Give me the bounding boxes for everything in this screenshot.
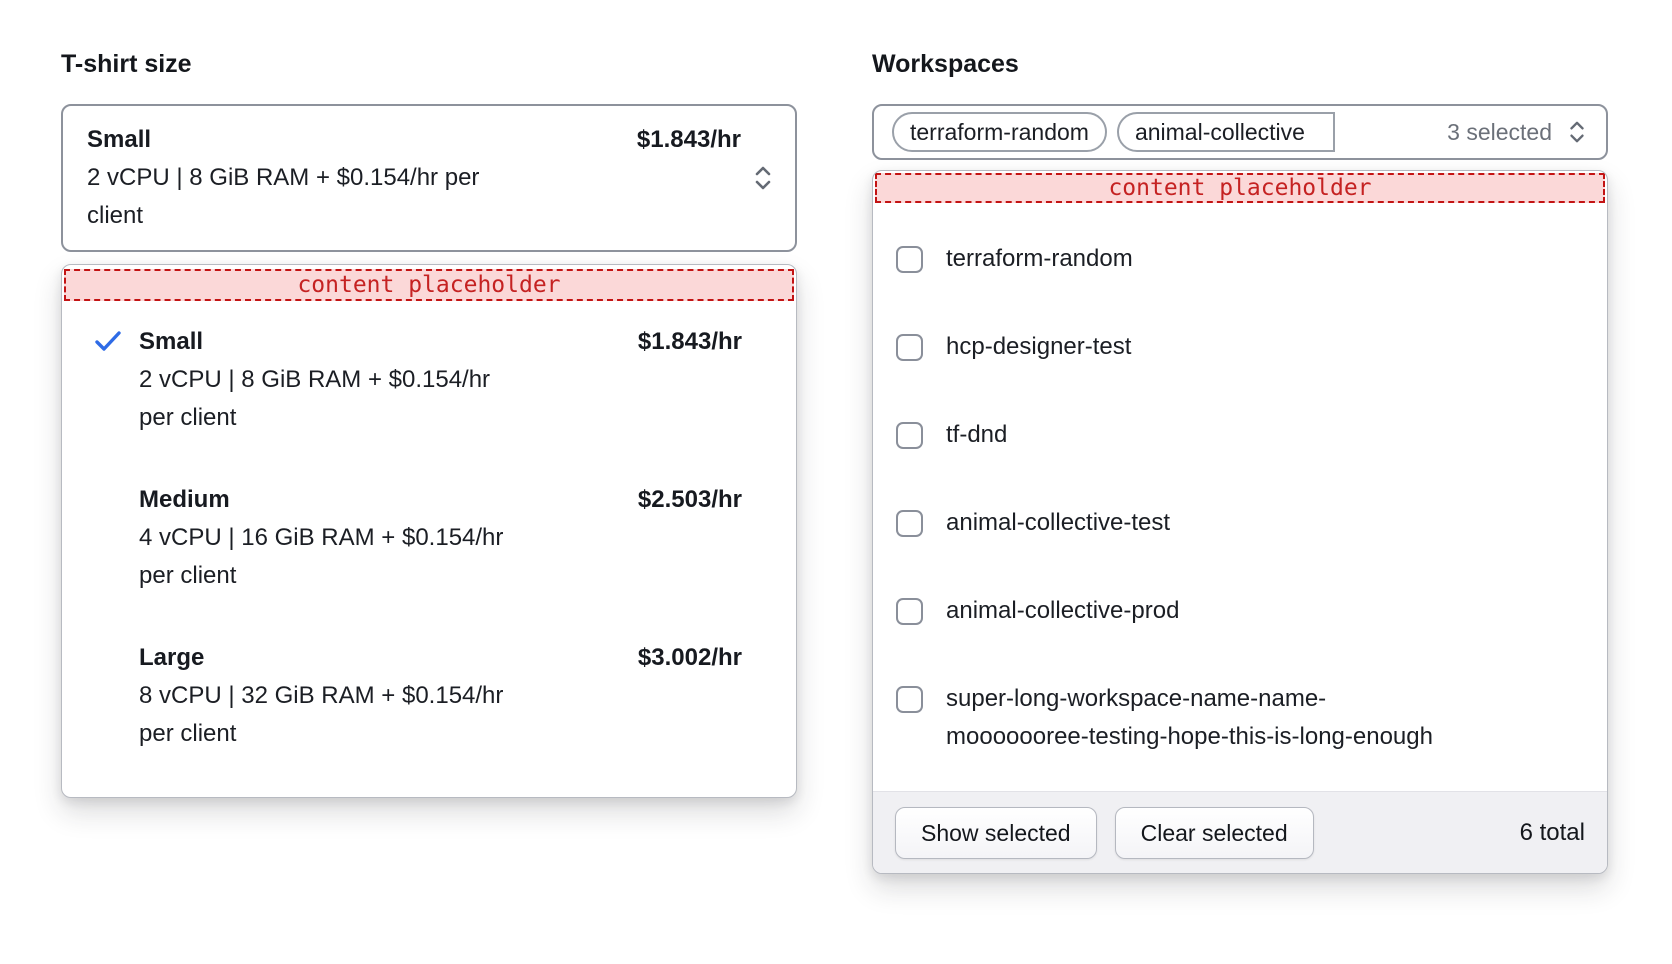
- selected-count-text: 3 selected: [1447, 119, 1552, 146]
- workspace-option-animal-collective-prod[interactable]: animal-collective-prod: [896, 567, 1583, 655]
- workspaces-multiselect-trigger[interactable]: terraform-random animal-collective 3 sel…: [872, 104, 1608, 160]
- workspace-option-label: super-long-workspace-name-name- moooooor…: [946, 680, 1433, 756]
- workspace-option-super-long-workspace[interactable]: super-long-workspace-name-name- moooooor…: [896, 655, 1583, 781]
- tshirt-size-field: T-shirt size Small 2 vCPU | 8 GiB RAM + …: [61, 50, 797, 798]
- option-title: Large: [139, 639, 204, 677]
- check-spacer: [94, 639, 139, 645]
- content-placeholder-banner: content placeholder: [64, 269, 794, 301]
- workspace-checkbox[interactable]: [896, 334, 923, 361]
- option-price: $2.503/hr: [638, 481, 742, 519]
- workspace-checkbox[interactable]: [896, 598, 923, 625]
- selected-option-price: $1.843/hr: [637, 121, 741, 159]
- selected-option-description: 2 vCPU | 8 GiB RAM + $0.154/hr per clien…: [87, 159, 627, 235]
- clear-selected-button[interactable]: Clear selected: [1115, 807, 1314, 859]
- workspace-checkbox[interactable]: [896, 510, 923, 537]
- check-icon: [94, 323, 139, 353]
- workspace-checkbox[interactable]: [896, 686, 923, 713]
- workspaces-field: Workspaces terraform-random animal-colle…: [872, 50, 1608, 874]
- workspace-option-hcp-designer-test[interactable]: hcp-designer-test: [896, 303, 1583, 391]
- chevrons-updown-icon: [1566, 118, 1588, 146]
- option-title: Small: [139, 323, 203, 361]
- tshirt-size-label: T-shirt size: [61, 50, 797, 78]
- chevrons-updown-icon: [751, 163, 775, 193]
- workspace-checkbox[interactable]: [896, 246, 923, 273]
- workspace-option-terraform-random[interactable]: terraform-random: [896, 215, 1583, 303]
- workspace-option-tf-dnd[interactable]: tf-dnd: [896, 391, 1583, 479]
- show-selected-button[interactable]: Show selected: [895, 807, 1097, 859]
- check-spacer: [94, 481, 139, 487]
- option-price: $1.843/hr: [638, 323, 742, 361]
- workspace-option-label: terraform-random: [946, 240, 1133, 278]
- workspaces-dropdown: content placeholder terraform-random hcp…: [872, 170, 1608, 874]
- option-description: 4 vCPU | 16 GiB RAM + $0.154/hr per clie…: [139, 524, 503, 589]
- workspace-option-label: tf-dnd: [946, 416, 1007, 454]
- option-description: 2 vCPU | 8 GiB RAM + $0.154/hr per clien…: [139, 366, 490, 431]
- total-count-text: 6 total: [1520, 819, 1585, 847]
- workspaces-label: Workspaces: [872, 50, 1608, 78]
- option-price: $3.002/hr: [638, 639, 742, 677]
- option-description: 8 vCPU | 32 GiB RAM + $0.154/hr per clie…: [139, 682, 503, 747]
- content-placeholder-banner: content placeholder: [875, 173, 1605, 203]
- workspace-option-label: animal-collective-prod: [946, 592, 1179, 630]
- pill-animal-collective: animal-collective: [1117, 112, 1335, 152]
- workspace-option-list: terraform-random hcp-designer-test tf-dn…: [873, 203, 1607, 791]
- pill-terraform-random: terraform-random: [892, 112, 1107, 152]
- workspace-option-label: animal-collective-test: [946, 504, 1170, 542]
- option-medium[interactable]: Medium $2.503/hr 4 vCPU | 16 GiB RAM + $…: [62, 459, 796, 617]
- option-title: Medium: [139, 481, 230, 519]
- option-small[interactable]: Small $1.843/hr 2 vCPU | 8 GiB RAM + $0.…: [62, 301, 796, 459]
- option-large[interactable]: Large $3.002/hr 8 vCPU | 32 GiB RAM + $0…: [62, 617, 796, 775]
- tshirt-size-dropdown: content placeholder Small $1.843/hr 2 vC…: [61, 264, 797, 798]
- dropdown-footer: Show selected Clear selected 6 total: [873, 791, 1607, 873]
- tshirt-size-select-trigger[interactable]: Small 2 vCPU | 8 GiB RAM + $0.154/hr per…: [61, 104, 797, 252]
- workspace-option-animal-collective-test[interactable]: animal-collective-test: [896, 479, 1583, 567]
- workspace-option-label: hcp-designer-test: [946, 328, 1131, 366]
- workspace-checkbox[interactable]: [896, 422, 923, 449]
